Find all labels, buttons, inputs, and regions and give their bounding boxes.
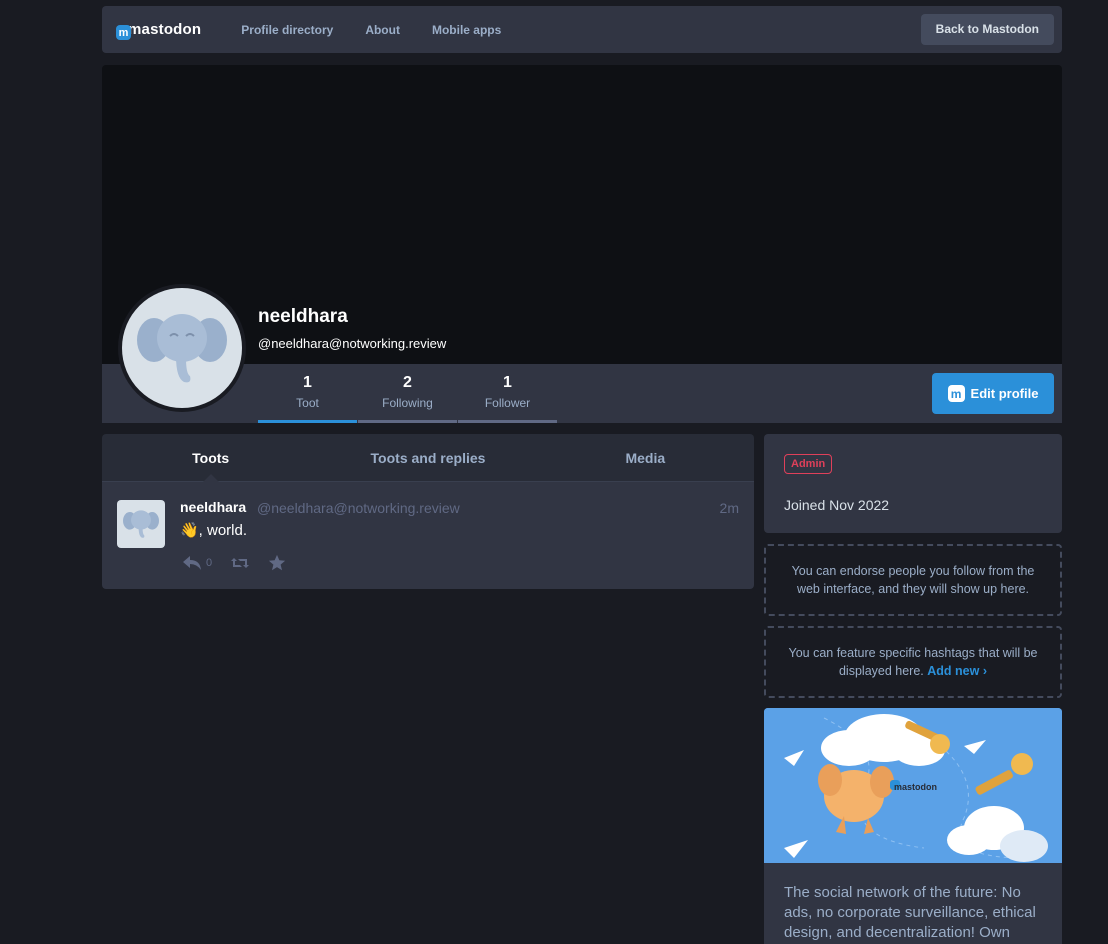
mastodon-promo-illustration: mastodon: [764, 708, 1062, 863]
nav-mobile-apps[interactable]: Mobile apps: [432, 23, 501, 37]
promo-logo-text: mastodon: [894, 782, 937, 792]
star-icon: [269, 554, 286, 571]
illustration-graphic: mastodon: [764, 708, 1062, 863]
elephant-icon: [137, 314, 227, 383]
reply-count: 0: [206, 557, 213, 569]
profile-info-card: Admin Joined Nov 2022: [764, 434, 1062, 533]
counter-label: Toot: [296, 396, 319, 410]
favourite-button[interactable]: [268, 554, 286, 572]
edit-profile-label: Edit profile: [970, 386, 1039, 401]
counter-value: 1: [303, 374, 312, 391]
tab-media[interactable]: Media: [537, 434, 754, 481]
joined-date: Joined Nov 2022: [784, 497, 890, 513]
elephant-icon: [123, 510, 159, 538]
profile-account-handle: @neeldhara@notworking.review: [258, 336, 447, 351]
timeline-tabs: Toots Toots and replies Media: [102, 434, 754, 482]
reply-button[interactable]: 0: [182, 555, 212, 571]
tab-toots-and-replies[interactable]: Toots and replies: [319, 434, 536, 481]
boost-button[interactable]: [230, 555, 250, 571]
status-account-handle[interactable]: @neeldhara@notworking.review: [257, 500, 460, 516]
status-avatar[interactable]: [117, 500, 165, 548]
nav-about[interactable]: About: [365, 23, 400, 37]
status-item[interactable]: neeldhara @neeldhara@notworking.review 2…: [102, 482, 754, 589]
back-to-mastodon-button[interactable]: Back to Mastodon: [920, 14, 1054, 45]
server-about-text: The social network of the future: No ads…: [764, 863, 1062, 944]
counter-followers[interactable]: 1 Follower: [458, 364, 557, 423]
status-display-name[interactable]: neeldhara: [180, 499, 246, 515]
featured-hashtags-text: You can feature specific hashtags that w…: [788, 646, 1038, 678]
reply-icon: [183, 556, 201, 570]
endorsements-placeholder: You can endorse people you follow from t…: [764, 544, 1062, 616]
profile-display-name: neeldhara: [258, 306, 348, 327]
counter-value: 1: [503, 374, 512, 391]
counter-toots[interactable]: 1 Toot: [258, 364, 357, 423]
status-content: 👋, world.: [180, 522, 248, 539]
mastodon-logo[interactable]: m mastodon: [116, 21, 202, 40]
counter-value: 2: [403, 374, 412, 391]
nav-profile-directory[interactable]: Profile directory: [241, 23, 333, 37]
profile-avatar[interactable]: [118, 284, 246, 412]
mastodon-icon: m: [947, 385, 965, 402]
status-timestamp[interactable]: 2m: [720, 500, 739, 516]
counter-label: Following: [382, 396, 433, 410]
status-actions: 0: [182, 554, 304, 572]
counter-following[interactable]: 2 Following: [358, 364, 457, 423]
top-navigation: m mastodon Profile directory About Mobil…: [102, 6, 1062, 53]
endorsements-text: You can endorse people you follow from t…: [791, 564, 1035, 596]
admin-badge: Admin: [784, 454, 833, 474]
mastodon-logo-icon: m: [116, 25, 131, 40]
profile-header-image: [102, 65, 1062, 364]
profile-bar: [102, 364, 1062, 423]
boost-icon: [231, 558, 250, 568]
counter-label: Follower: [484, 396, 531, 410]
logo-text: mastodon: [128, 21, 202, 38]
add-new-hashtag-link[interactable]: Add new ›: [927, 664, 987, 678]
featured-hashtags-placeholder: You can feature specific hashtags that w…: [764, 626, 1062, 698]
edit-profile-button[interactable]: m Edit profile: [932, 373, 1054, 414]
tab-toots[interactable]: Toots: [102, 434, 319, 482]
chevron-right-icon: ›: [982, 664, 987, 678]
